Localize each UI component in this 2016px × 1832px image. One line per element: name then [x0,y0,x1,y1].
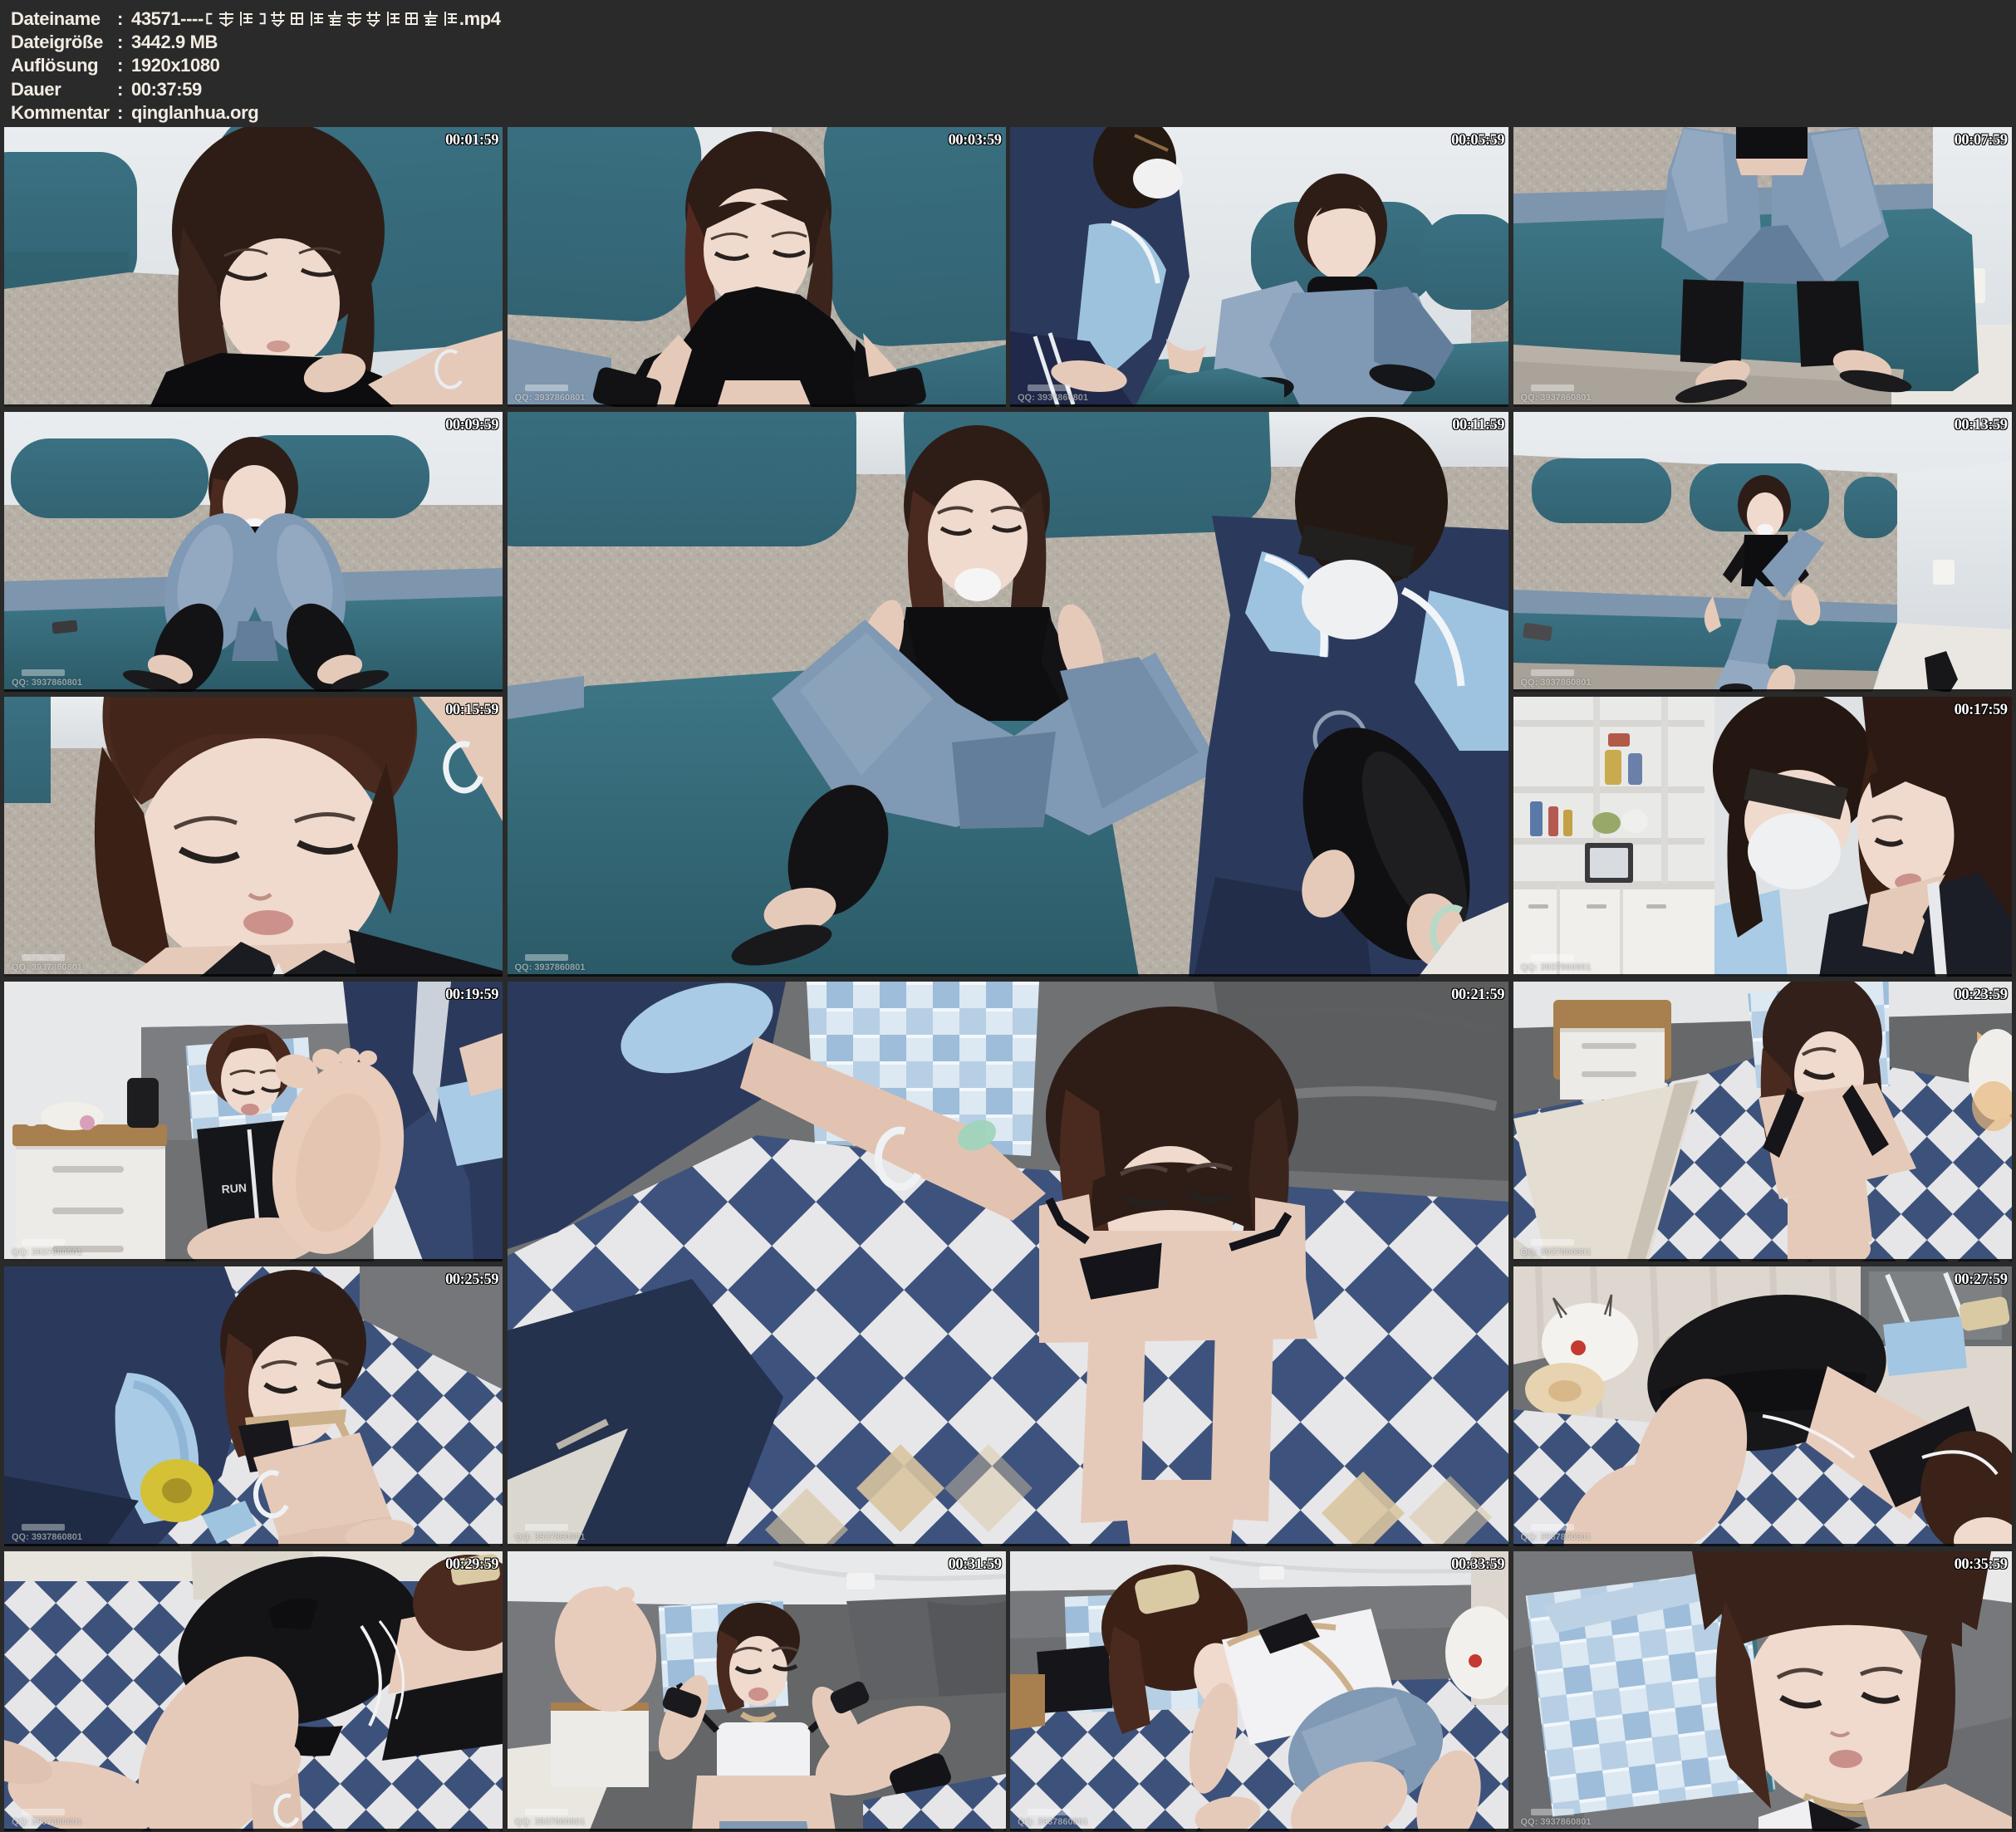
svg-text:RUN: RUN [221,1180,247,1195]
